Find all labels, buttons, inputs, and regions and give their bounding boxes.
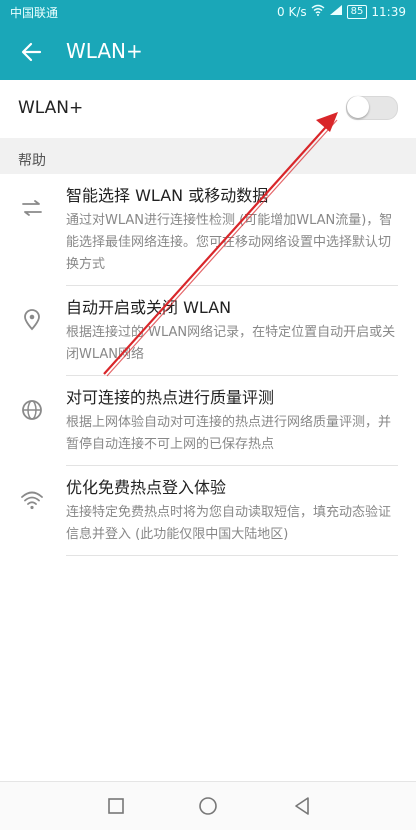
list-item: 智能选择 WLAN 或移动数据 通过对WLAN进行连接性检测 (可能增加WLAN… xyxy=(0,174,416,286)
help-list: 智能选择 WLAN 或移动数据 通过对WLAN进行连接性检测 (可能增加WLAN… xyxy=(0,174,416,556)
back-arrow-icon[interactable] xyxy=(18,38,46,66)
network-speed: 0 K/s xyxy=(277,4,307,19)
wifi-signal-icon xyxy=(311,4,325,19)
item-description: 根据连接过的 WLAN网络记录，在特定位置自动开启或关闭WLAN网络 xyxy=(66,325,396,362)
cell-signal-icon xyxy=(329,4,343,19)
wifi-icon xyxy=(20,488,44,512)
page-title: WLAN+ xyxy=(66,39,143,63)
back-nav-icon[interactable] xyxy=(288,792,316,820)
wlan-plus-label: WLAN+ xyxy=(18,98,84,118)
item-description: 通过对WLAN进行连接性检测 (可能增加WLAN流量)，智能选择最佳网络连接。您… xyxy=(66,213,393,272)
item-title: 智能选择 WLAN 或移动数据 xyxy=(66,186,269,205)
help-section-title: 帮助 xyxy=(18,153,46,169)
recent-apps-icon[interactable] xyxy=(102,792,130,820)
app-bar: WLAN+ xyxy=(0,24,416,80)
switch-knob xyxy=(347,96,369,118)
home-icon[interactable] xyxy=(194,792,222,820)
swap-icon xyxy=(20,196,44,220)
navigation-bar xyxy=(0,781,416,830)
item-description: 连接特定免费热点时将为您自动读取短信，填充动态验证信息并登入 (此功能仅限中国大… xyxy=(66,505,392,542)
item-description: 根据上网体验自动对可连接的热点进行网络质量评测，并暂停自动连接不可上网的已保存热… xyxy=(66,415,392,452)
clock: 11:39 xyxy=(371,4,406,19)
status-bar: 中国联通 0 K/s 85 11:39 xyxy=(0,0,416,24)
globe-icon xyxy=(20,398,44,422)
item-title: 对可连接的热点进行质量评测 xyxy=(66,388,275,407)
battery-icon: 85 xyxy=(346,4,368,19)
wlan-plus-switch[interactable] xyxy=(346,96,398,120)
location-icon xyxy=(20,308,44,332)
carrier-label: 中国联通 xyxy=(10,6,59,20)
item-title: 自动开启或关闭 WLAN xyxy=(66,298,232,317)
help-section-header: 帮助 xyxy=(0,138,416,174)
item-title: 优化免费热点登入体验 xyxy=(66,478,227,497)
list-item: 对可连接的热点进行质量评测 根据上网体验自动对可连接的热点进行网络质量评测，并暂… xyxy=(0,376,416,466)
list-item: 自动开启或关闭 WLAN 根据连接过的 WLAN网络记录，在特定位置自动开启或关… xyxy=(0,286,416,376)
list-item: 优化免费热点登入体验 连接特定免费热点时将为您自动读取短信，填充动态验证信息并登… xyxy=(0,466,416,556)
status-right: 0 K/s 85 11:39 xyxy=(277,4,406,19)
